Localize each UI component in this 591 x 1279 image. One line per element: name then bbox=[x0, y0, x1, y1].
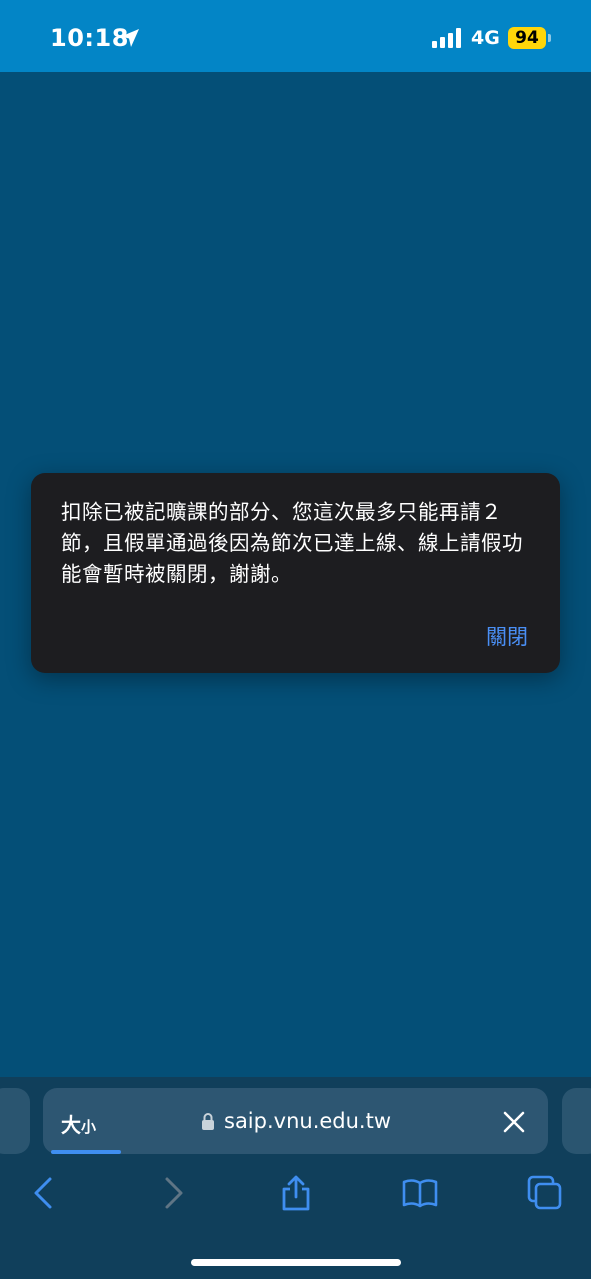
page-settings-small-char: 小 bbox=[81, 1118, 97, 1136]
location-arrow-icon bbox=[121, 29, 139, 47]
bookmarks-icon[interactable] bbox=[402, 1175, 438, 1211]
close-icon[interactable] bbox=[501, 1109, 527, 1135]
alert-message: 扣除已被記曠課的部分、您這次最多只能再請２節，且假單通過後因為節次已達上線、線上… bbox=[61, 500, 523, 586]
browser-toolbar: 大小 saip.vnu.edu.tw bbox=[0, 1077, 591, 1279]
lock-icon bbox=[202, 1113, 214, 1130]
page-settings-big-char: 大 bbox=[61, 1113, 81, 1137]
battery-icon: 94 bbox=[508, 27, 546, 49]
status-time: 10:18 bbox=[50, 24, 129, 52]
share-icon[interactable] bbox=[278, 1175, 314, 1211]
cellular-signal-icon bbox=[432, 28, 461, 48]
forward-icon[interactable] bbox=[155, 1175, 191, 1211]
tabs-icon[interactable] bbox=[527, 1175, 563, 1211]
url-text: saip.vnu.edu.tw bbox=[224, 1109, 392, 1133]
battery-tip bbox=[548, 34, 551, 42]
home-indicator[interactable] bbox=[191, 1259, 401, 1266]
alert-dialog: 扣除已被記曠課的部分、您這次最多只能再請２節，且假單通過後因為節次已達上線、線上… bbox=[31, 473, 560, 673]
close-button[interactable]: 關閉 bbox=[486, 621, 528, 651]
address-bar[interactable]: 大小 saip.vnu.edu.tw bbox=[43, 1088, 548, 1154]
network-type: 4G bbox=[471, 27, 500, 49]
previous-tab-preview[interactable] bbox=[0, 1088, 30, 1154]
next-tab-preview[interactable] bbox=[562, 1088, 591, 1154]
back-icon[interactable] bbox=[26, 1175, 62, 1211]
loading-progress-bar bbox=[51, 1150, 121, 1154]
status-bar: 10:18 4G 94 bbox=[0, 0, 591, 72]
page-settings-button[interactable]: 大小 bbox=[61, 1109, 96, 1138]
